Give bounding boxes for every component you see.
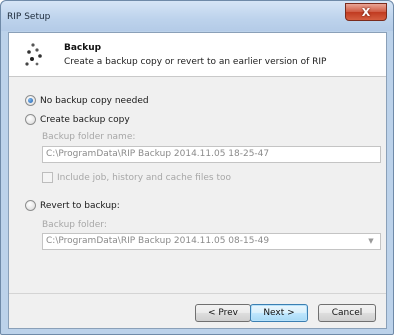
create-backup-radio[interactable] [25,114,36,125]
revert-radio[interactable] [25,200,36,211]
backup-folder-name-input[interactable]: C:\ProgramData\RIP Backup 2014.11.05 18-… [42,146,381,163]
no-backup-radio[interactable] [25,95,36,106]
wizard-header: Backup Create a backup copy or revert to… [9,33,386,77]
cancel-button[interactable]: Cancel [318,304,376,322]
window-title: RIP Setup [7,12,51,22]
dots-logo-icon [25,43,42,66]
backup-folder-value: C:\ProgramData\RIP Backup 2014.11.05 08-… [46,236,270,246]
backup-folder-label: Backup folder: [42,220,107,230]
setup-window: RIP Setup X Backup Create a backup copy … [0,0,394,335]
option-revert[interactable]: Revert to backup: [25,200,120,211]
page-title: Backup [64,43,102,53]
chevron-down-icon[interactable]: ▼ [365,234,377,249]
title-bar[interactable]: RIP Setup X [1,1,393,31]
backup-folder-name-label: Backup folder name: [42,132,136,142]
revert-label[interactable]: Revert to backup: [40,201,120,211]
no-backup-label[interactable]: No backup copy needed [40,96,149,106]
next-button[interactable]: Next > [250,304,308,322]
create-backup-label[interactable]: Create backup copy [40,115,130,125]
close-icon: X [361,5,371,19]
footer-divider [9,293,386,294]
dialog-body: Backup Create a backup copy or revert to… [8,32,387,329]
include-files-option[interactable]: Include job, history and cache files too [42,172,231,183]
backup-folder-select[interactable]: C:\ProgramData\RIP Backup 2014.11.05 08-… [42,233,381,250]
close-button[interactable]: X [345,3,387,21]
page-subtitle: Create a backup copy or revert to an ear… [64,57,327,67]
include-files-checkbox[interactable] [42,172,53,183]
option-create-backup[interactable]: Create backup copy [25,114,130,125]
include-files-label[interactable]: Include job, history and cache files too [57,173,231,183]
prev-button[interactable]: < Prev [195,304,251,322]
option-no-backup[interactable]: No backup copy needed [25,95,149,106]
